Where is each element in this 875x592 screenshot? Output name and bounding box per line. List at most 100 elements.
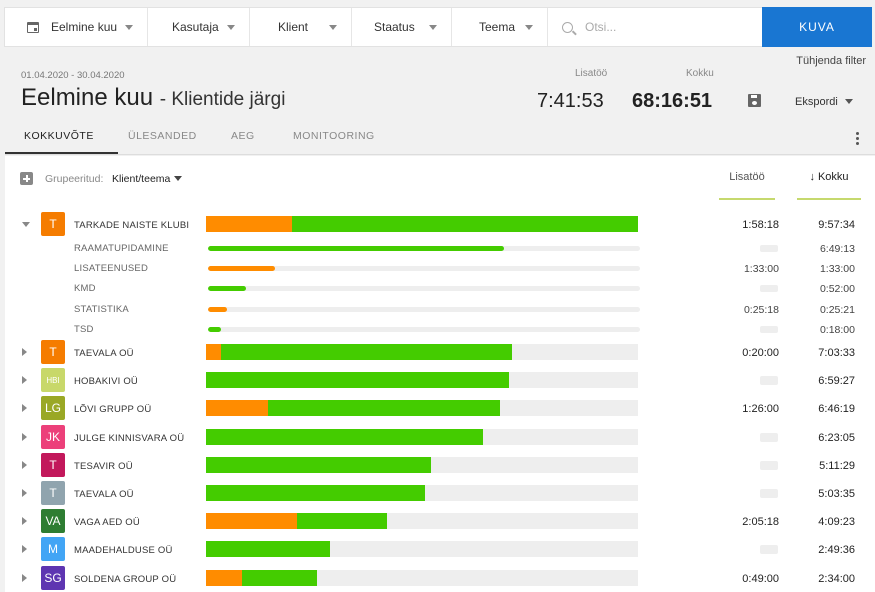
client-name: MAADEHALDUSE OÜ xyxy=(74,545,173,557)
kokku-value: 9:57:34 xyxy=(818,219,855,231)
topic-filter[interactable]: Teema xyxy=(452,8,548,46)
kokku-value: 6:49:13 xyxy=(819,243,855,255)
topic-name: TSD xyxy=(74,323,94,335)
clear-filter-link[interactable]: Tühjenda filter xyxy=(796,55,866,67)
time-bar xyxy=(208,286,640,292)
time-bar xyxy=(206,400,638,417)
time-bar-regular xyxy=(241,569,317,586)
time-bar-overtime xyxy=(206,513,297,530)
time-bar xyxy=(208,326,640,332)
topic-name: STATISTIKA xyxy=(74,303,129,315)
topic-row[interactable]: STATISTIKA 0:25:18 0:25:21 xyxy=(5,301,875,319)
time-bar xyxy=(206,485,638,501)
expand-icon[interactable] xyxy=(22,489,27,497)
time-bar-regular xyxy=(267,400,500,417)
topic-row[interactable]: LISATEENUSED 1:33:00 1:33:00 xyxy=(5,260,875,278)
status-filter-label: Staatus xyxy=(374,20,415,34)
empty-value-placeholder xyxy=(760,489,778,498)
client-row[interactable]: JK JULGE KINNISVARA OÜ 6:23:05 xyxy=(5,424,875,451)
client-row[interactable]: SG SOLDENA GROUP OÜ 0:49:00 2:34:00 xyxy=(5,565,875,592)
status-filter[interactable]: Staatus xyxy=(352,8,452,46)
export-dropdown[interactable]: Ekspordi xyxy=(795,96,853,108)
lisatoo-value: 0:20:00 xyxy=(742,347,779,359)
client-name: TAEVALA OÜ xyxy=(74,489,134,500)
period-filter[interactable]: Eelmine kuu xyxy=(5,8,148,46)
group-value: Klient/teema xyxy=(112,173,171,185)
time-bar-regular xyxy=(206,541,330,558)
tab-summary[interactable]: KOKKUVÕTE xyxy=(24,130,94,142)
empty-value-placeholder xyxy=(760,545,778,555)
client-row[interactable]: T TAEVALA OÜ 5:03:35 xyxy=(5,481,875,507)
expand-icon[interactable] xyxy=(22,573,27,582)
expand-icon[interactable] xyxy=(22,545,27,554)
column-header-lisatoo[interactable]: Lisatöö xyxy=(719,156,775,200)
report-card: Grupeeritud: Klient/teema Lisatöö ↓ Kokku… xyxy=(5,156,875,592)
client-row[interactable]: T TESAVIR OÜ 5:11:29 xyxy=(5,452,875,479)
tab-tasks[interactable]: ÜLESANDED xyxy=(128,130,197,142)
lisatoo-value: 1:58:18 xyxy=(742,219,779,231)
topic-name: LISATEENUSED xyxy=(74,263,149,275)
time-bar-regular xyxy=(206,372,509,389)
time-bar-regular xyxy=(206,428,483,445)
tab-time[interactable]: AEG xyxy=(231,130,255,142)
client-row[interactable]: T TARKADE NAISTE KLUBI 1:58:18 9:57:34 xyxy=(5,212,875,238)
kokku-value: 6:59:27 xyxy=(818,375,855,388)
expand-icon[interactable] xyxy=(22,517,27,526)
time-bar xyxy=(206,541,638,558)
sort-arrow-icon: ↓ xyxy=(809,171,815,183)
group-selector[interactable]: Klient/teema xyxy=(112,173,183,185)
save-icon[interactable] xyxy=(748,94,761,107)
topic-name: KMD xyxy=(74,283,96,295)
avatar: M xyxy=(41,537,65,562)
client-row[interactable]: VA VAGA AED OÜ 2:05:18 4:09:23 xyxy=(5,509,875,535)
client-row[interactable]: T TAEVALA OÜ 0:20:00 7:03:33 xyxy=(5,340,875,366)
tab-monitoring[interactable]: MONITOORING xyxy=(293,130,375,142)
time-bar xyxy=(206,569,638,586)
kokku-value: 5:03:35 xyxy=(818,488,855,500)
avatar: VA xyxy=(41,509,65,534)
client-row[interactable]: LG LÕVI GRUPP OÜ 1:26:00 6:46:19 xyxy=(5,396,875,422)
empty-value-placeholder xyxy=(760,245,778,252)
user-filter[interactable]: Kasutaja xyxy=(148,8,250,46)
time-bar-overtime xyxy=(206,400,268,417)
time-bar-regular xyxy=(208,286,246,292)
period-filter-label: Eelmine kuu xyxy=(51,20,118,34)
expand-icon[interactable] xyxy=(22,376,27,385)
group-label: Grupeeritud: xyxy=(45,173,104,185)
client-name: HOBAKIVI OÜ xyxy=(74,376,138,388)
chevron-down-icon xyxy=(525,25,533,30)
collapse-icon[interactable] xyxy=(22,222,30,227)
chevron-down-icon xyxy=(429,25,437,30)
time-bar xyxy=(206,456,638,473)
client-filter[interactable]: Klient xyxy=(250,8,352,46)
time-bar xyxy=(208,246,640,251)
lisatoo-total-label: Lisatöö xyxy=(575,68,608,79)
search-input[interactable]: Otsi... xyxy=(548,8,762,46)
lisatoo-value: 2:05:18 xyxy=(742,516,779,529)
chevron-down-icon xyxy=(125,25,133,30)
chevron-down-icon xyxy=(844,99,853,104)
expand-icon[interactable] xyxy=(22,348,27,356)
client-row[interactable]: HBI HOBAKIVI OÜ 6:59:27 xyxy=(5,368,875,394)
kokku-value: 5:11:29 xyxy=(819,459,855,472)
column-header-kokku[interactable]: ↓ Kokku xyxy=(797,156,861,200)
avatar: HBI xyxy=(41,368,65,393)
expand-icon[interactable] xyxy=(22,404,27,413)
time-bar xyxy=(208,306,640,312)
time-bar xyxy=(208,266,640,272)
client-row[interactable]: M MAADEHALDUSE OÜ 2:49:36 xyxy=(5,537,875,563)
topic-row[interactable]: RAAMATUPIDAMINE 6:49:13 xyxy=(5,240,875,258)
empty-value-placeholder xyxy=(760,376,778,386)
expand-icon[interactable] xyxy=(22,460,27,469)
calendar-icon xyxy=(27,21,39,33)
topic-row[interactable]: KMD 0:52:00 xyxy=(5,280,875,298)
client-name: TESAVIR OÜ xyxy=(74,460,133,472)
more-options-icon[interactable] xyxy=(851,132,863,148)
expand-icon[interactable] xyxy=(22,432,27,441)
show-button[interactable]: KUVA xyxy=(762,7,872,47)
lisatoo-value: 0:49:00 xyxy=(742,572,779,585)
add-group-icon[interactable] xyxy=(20,172,33,185)
topic-row[interactable]: TSD 0:18:00 xyxy=(5,321,875,339)
client-filter-label: Klient xyxy=(278,20,309,34)
avatar: T xyxy=(41,481,65,505)
